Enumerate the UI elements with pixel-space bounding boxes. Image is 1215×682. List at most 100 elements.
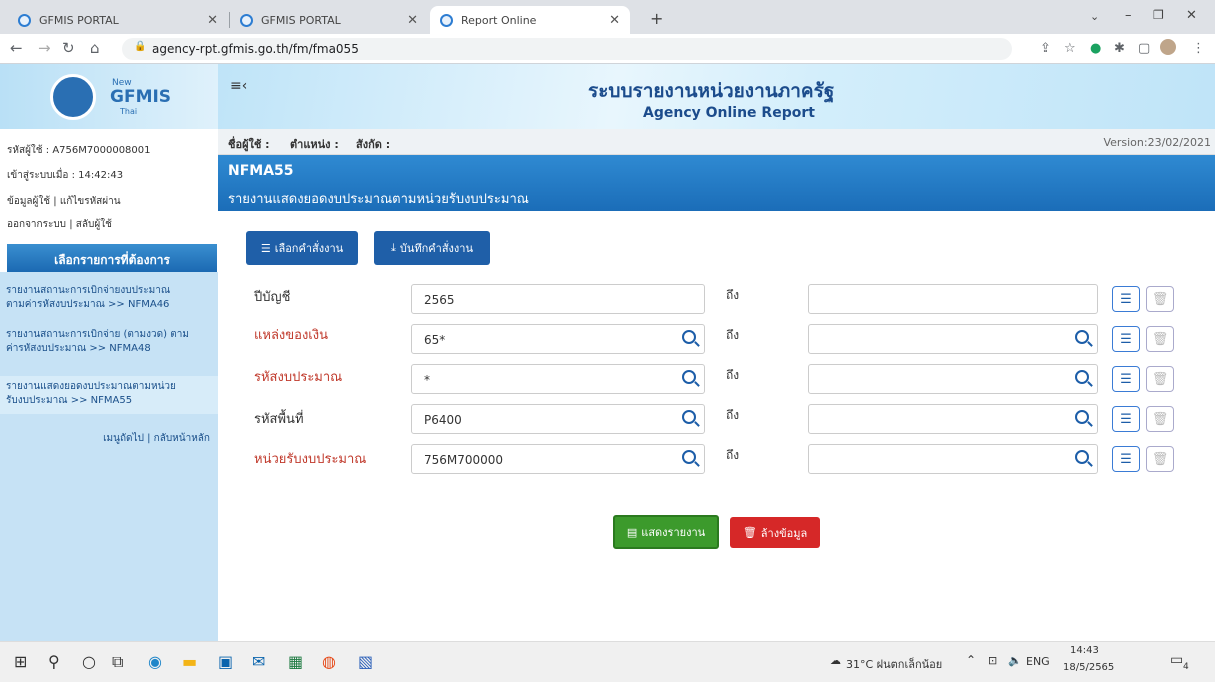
fiscal-year-input[interactable]: 2565 bbox=[411, 284, 705, 314]
task-view-icon[interactable]: ⧉ bbox=[112, 652, 123, 672]
language-indicator[interactable]: ENG bbox=[1026, 655, 1050, 668]
clear-data-button[interactable]: 🗑 ล้างข้อมูล bbox=[730, 517, 820, 548]
minimize-icon[interactable]: – bbox=[1125, 8, 1132, 23]
restore-icon[interactable]: ❐ bbox=[1153, 8, 1164, 22]
delete-icon[interactable]: 🗑 bbox=[1146, 286, 1174, 312]
delete-icon[interactable]: 🗑 bbox=[1146, 366, 1174, 392]
list-select-button[interactable]: ☰ bbox=[1112, 366, 1140, 392]
search-icon[interactable] bbox=[682, 370, 696, 384]
search-icon[interactable] bbox=[682, 410, 696, 424]
tray-chevron-icon[interactable]: ⌃ bbox=[966, 653, 976, 667]
side-panel-icon[interactable]: ▢ bbox=[1138, 41, 1150, 56]
report-form: ☰ เลือกคำสั่งงาน ⤓ บันทึกคำสั่งงาน ปีบัญ… bbox=[218, 211, 1215, 641]
home-icon[interactable]: ⌂ bbox=[90, 39, 100, 57]
to-label: ถึง bbox=[726, 368, 740, 382]
gfmis-favicon-icon bbox=[18, 13, 31, 27]
word-icon[interactable]: ▧ bbox=[358, 652, 373, 671]
area-code-input[interactable]: P6400 bbox=[411, 404, 705, 434]
browser-tab-2[interactable]: GFMIS PORTAL ✕ bbox=[230, 6, 428, 34]
menu-item-nfma46[interactable]: รายงานสถานะการเบิกจ่ายงบประมาณ ตามค่ารหั… bbox=[0, 284, 218, 312]
fund-source-to-input[interactable] bbox=[808, 324, 1098, 354]
banner-title-th: ระบบรายงานหน่วยงานภาครัฐ bbox=[588, 80, 835, 102]
store-icon[interactable]: ▣ bbox=[218, 652, 233, 671]
menu-item-line1: รายงานแสดงยอดงบประมาณตามหน่วย bbox=[6, 381, 176, 392]
menu-item-line2: ค่ารหัสงบประมาณ >> NFMA48 bbox=[6, 343, 151, 354]
clock-date[interactable]: 18/5/2565 bbox=[1063, 662, 1114, 673]
notification-count: 4 bbox=[1183, 662, 1189, 672]
search-icon[interactable] bbox=[1075, 450, 1089, 464]
toggle-sidebar-icon[interactable]: ≡‹ bbox=[230, 78, 247, 94]
clear-data-label: ล้างข้อมูล bbox=[760, 526, 808, 540]
notification-icon[interactable]: ▭ bbox=[1170, 652, 1183, 668]
search-icon[interactable] bbox=[1075, 410, 1089, 424]
fiscal-year-label: ปีบัญชี bbox=[254, 290, 291, 305]
browser-tab-1[interactable]: GFMIS PORTAL ✕ bbox=[8, 6, 228, 34]
menu-kebab-icon[interactable]: ⋮ bbox=[1192, 41, 1205, 56]
budget-code-input[interactable]: * bbox=[411, 364, 705, 394]
report-title-bar: NFMA55 รายงานแสดงยอดงบประมาณตามหน่วยรับง… bbox=[218, 155, 1215, 211]
fund-source-input[interactable]: 65* bbox=[411, 324, 705, 354]
change-password-link[interactable]: แก้ไขรหัสผ่าน bbox=[60, 196, 121, 207]
url-input[interactable]: 🔒 agency-rpt.gfmis.go.th/fm/fma055 bbox=[122, 38, 1012, 60]
windows-start-icon[interactable]: ⊞ bbox=[14, 652, 27, 671]
select-command-button[interactable]: ☰ เลือกคำสั่งงาน bbox=[246, 231, 358, 265]
close-tab-icon[interactable]: ✕ bbox=[207, 13, 218, 28]
tab-search-icon[interactable]: ⌄ bbox=[1090, 10, 1099, 23]
profile-avatar-icon[interactable] bbox=[1160, 39, 1176, 55]
search-icon[interactable] bbox=[682, 330, 696, 344]
menu-item-nfma48[interactable]: รายงานสถานะการเบิกจ่าย (ตามงวด) ตาม ค่าร… bbox=[0, 328, 218, 356]
list-select-button[interactable]: ☰ bbox=[1112, 446, 1140, 472]
volume-icon[interactable]: 🔈 bbox=[1008, 654, 1022, 667]
delete-icon[interactable]: 🗑 bbox=[1146, 446, 1174, 472]
excel-icon[interactable]: ▦ bbox=[288, 652, 303, 671]
budget-code-to-input[interactable] bbox=[808, 364, 1098, 394]
edge-icon[interactable]: ◉ bbox=[148, 652, 162, 671]
show-report-button[interactable]: ▤ แสดงรายงาน bbox=[613, 515, 719, 549]
close-tab-icon[interactable]: ✕ bbox=[407, 13, 418, 28]
switch-user-link[interactable]: สลับผู้ใช้ bbox=[76, 219, 112, 230]
cortana-icon[interactable]: ○ bbox=[82, 652, 96, 671]
search-icon[interactable] bbox=[1075, 370, 1089, 384]
extension-icon[interactable]: ● bbox=[1090, 41, 1101, 56]
tab-title: Report Online bbox=[461, 13, 537, 27]
area-code-to-input[interactable] bbox=[808, 404, 1098, 434]
list-select-button[interactable]: ☰ bbox=[1112, 406, 1140, 432]
logout-link[interactable]: ออกจากระบบ bbox=[7, 219, 66, 230]
profile-link[interactable]: ข้อมูลผู้ใช้ bbox=[7, 196, 50, 207]
search-icon[interactable]: ⚲ bbox=[48, 652, 60, 671]
extensions-puzzle-icon[interactable]: ✱ bbox=[1114, 41, 1125, 56]
logo-title: GFMIS bbox=[110, 87, 172, 107]
reload-icon[interactable]: ↻ bbox=[62, 39, 75, 57]
fund-source-label: แหล่งของเงิน bbox=[254, 328, 328, 343]
list-select-button[interactable]: ☰ bbox=[1112, 326, 1140, 352]
list-select-button[interactable]: ☰ bbox=[1112, 286, 1140, 312]
close-tab-icon[interactable]: ✕ bbox=[609, 13, 620, 28]
share-icon[interactable]: ⇪ bbox=[1040, 41, 1051, 56]
forward-icon[interactable]: → bbox=[38, 39, 51, 57]
search-icon[interactable] bbox=[1075, 330, 1089, 344]
gfmis-logo-icon bbox=[50, 74, 96, 120]
menu-footer-links[interactable]: เมนูถัดไป | กลับหน้าหลัก bbox=[0, 432, 218, 446]
save-command-button[interactable]: ⤓ บันทึกคำสั่งงาน bbox=[374, 231, 490, 265]
budget-unit-to-input[interactable] bbox=[808, 444, 1098, 474]
mail-icon[interactable]: ✉ bbox=[252, 652, 265, 671]
search-icon[interactable] bbox=[682, 450, 696, 464]
fiscal-year-to-input[interactable] bbox=[808, 284, 1098, 314]
browser-tab-3[interactable]: Report Online ✕ bbox=[430, 6, 630, 34]
weather-icon[interactable]: ☁ bbox=[830, 654, 841, 667]
budget-unit-input[interactable]: 756M700000 bbox=[411, 444, 705, 474]
delete-icon[interactable]: 🗑 bbox=[1146, 326, 1174, 352]
clock-time[interactable]: 14:43 bbox=[1070, 645, 1099, 656]
top-banner: ≡‹ ระบบรายงานหน่วยงานภาครัฐ Agency Onlin… bbox=[218, 64, 1215, 129]
window-close-icon[interactable]: ✕ bbox=[1186, 8, 1197, 23]
delete-icon[interactable]: 🗑 bbox=[1146, 406, 1174, 432]
back-icon[interactable]: ← bbox=[10, 39, 23, 57]
new-tab-icon[interactable]: + bbox=[650, 9, 663, 28]
weather-text[interactable]: 31°C ฝนตกเล็กน้อย bbox=[846, 655, 942, 673]
chrome-icon[interactable]: ◍ bbox=[322, 652, 336, 671]
network-icon[interactable]: ⊡ bbox=[988, 654, 997, 667]
menu-item-nfma55[interactable]: รายงานแสดงยอดงบประมาณตามหน่วย รับงบประมา… bbox=[0, 376, 218, 414]
file-explorer-icon[interactable]: ▬ bbox=[182, 652, 197, 671]
budget-code-value: * bbox=[424, 373, 430, 387]
bookmark-star-icon[interactable]: ☆ bbox=[1064, 41, 1076, 56]
